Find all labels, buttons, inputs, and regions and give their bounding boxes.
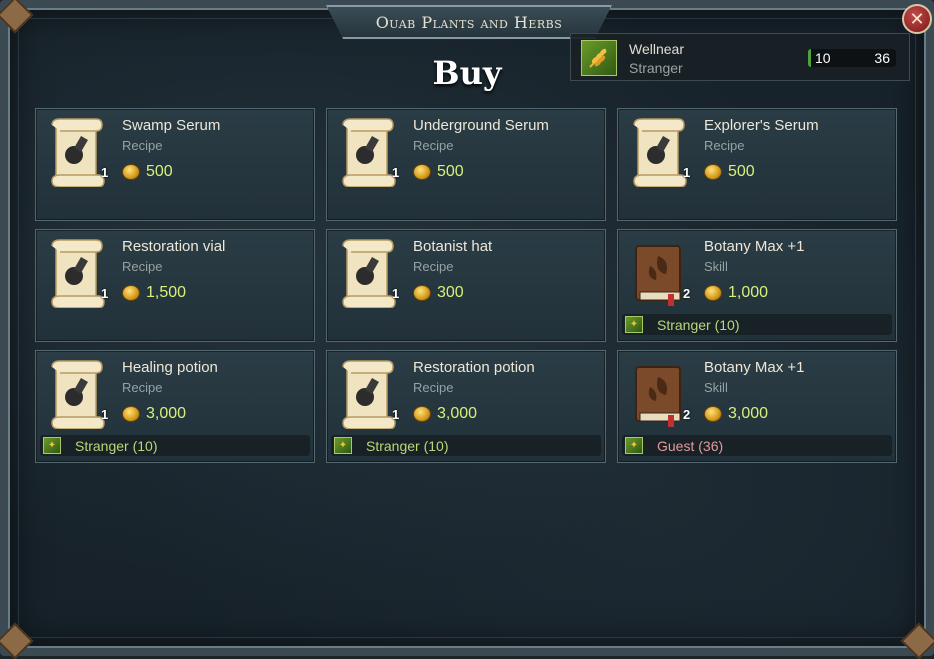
wheat-icon: ✦ xyxy=(625,316,643,333)
recipe-scroll-icon xyxy=(337,238,399,309)
shop-item-card[interactable]: 1 Restoration potion Recipe 3,000 ✦ Stra… xyxy=(326,350,606,463)
shop-item-card[interactable]: 1 Healing potion Recipe 3,000 ✦ Stranger… xyxy=(35,350,315,463)
item-type: Recipe xyxy=(122,380,163,395)
item-quantity: 1 xyxy=(101,286,109,301)
item-price: 500 xyxy=(704,163,755,181)
reputation-rank: Stranger xyxy=(629,60,683,76)
item-type: Recipe xyxy=(122,138,163,153)
item-name: Healing potion xyxy=(122,359,218,376)
shop-item-card[interactable]: 1 Botanist hat Recipe 300 xyxy=(326,229,606,342)
price-value: 500 xyxy=(437,163,464,180)
item-price: 3,000 xyxy=(704,405,768,423)
shop-item-card[interactable]: 1 Explorer's Serum Recipe 500 xyxy=(617,108,897,221)
item-type: Recipe xyxy=(704,138,745,153)
item-type: Recipe xyxy=(122,259,163,274)
wheat-icon xyxy=(581,40,617,76)
recipe-scroll-icon xyxy=(46,117,108,188)
item-name: Botanist hat xyxy=(413,238,493,255)
reputation-bar: 10 36 xyxy=(808,49,896,67)
gold-coin-icon xyxy=(704,285,722,301)
reputation-requirement: ✦ Stranger (10) xyxy=(622,314,892,335)
skill-book-icon xyxy=(628,359,690,429)
frame-corner xyxy=(0,622,34,659)
item-name: Botany Max +1 xyxy=(704,359,805,376)
gold-coin-icon xyxy=(413,285,431,301)
item-quantity: 1 xyxy=(392,165,400,180)
item-name: Explorer's Serum xyxy=(704,117,819,134)
close-icon: ✕ xyxy=(909,8,925,30)
close-button[interactable]: ✕ xyxy=(902,4,932,34)
item-name: Restoration vial xyxy=(122,238,226,255)
item-name: Swamp Serum xyxy=(122,117,221,134)
reputation-requirement: ✦ Guest (36) xyxy=(622,435,892,456)
item-price: 3,000 xyxy=(413,405,477,423)
reputation-requirement: ✦ Stranger (10) xyxy=(40,435,310,456)
price-value: 1,500 xyxy=(146,284,187,301)
gold-coin-icon xyxy=(413,164,431,180)
price-value: 3,000 xyxy=(146,405,187,422)
item-quantity: 1 xyxy=(101,407,109,422)
gold-coin-icon xyxy=(122,285,140,301)
item-type: Recipe xyxy=(413,259,454,274)
shop-item-card[interactable]: 1 Restoration vial Recipe 1,500 xyxy=(35,229,315,342)
requirement-text: Stranger (10) xyxy=(75,437,158,454)
shop-item-card[interactable]: 2 Botany Max +1 Skill 3,000 ✦ Guest (36) xyxy=(617,350,897,463)
gold-coin-icon xyxy=(704,406,722,422)
item-quantity: 1 xyxy=(392,286,400,301)
item-name: Botany Max +1 xyxy=(704,238,805,255)
item-quantity: 1 xyxy=(683,165,691,180)
gold-coin-icon xyxy=(704,164,722,180)
recipe-scroll-icon xyxy=(46,359,108,430)
item-type: Skill xyxy=(704,380,728,395)
reputation-max: 36 xyxy=(874,50,890,66)
item-quantity: 1 xyxy=(392,407,400,422)
requirement-text: Guest (36) xyxy=(657,437,724,454)
gold-coin-icon xyxy=(122,406,140,422)
reputation-panel: Wellnear Stranger 10 36 xyxy=(570,33,910,81)
frame-corner xyxy=(0,0,34,34)
recipe-scroll-icon xyxy=(628,117,690,188)
item-type: Recipe xyxy=(413,138,454,153)
item-quantity: 2 xyxy=(683,407,691,422)
item-name: Restoration potion xyxy=(413,359,535,376)
shop-item-card[interactable]: 1 Underground Serum Recipe 500 xyxy=(326,108,606,221)
item-price: 1,500 xyxy=(122,284,186,302)
price-value: 500 xyxy=(146,163,173,180)
requirement-text: Stranger (10) xyxy=(366,437,449,454)
price-value: 3,000 xyxy=(437,405,478,422)
price-value: 500 xyxy=(728,163,755,180)
wheat-icon: ✦ xyxy=(334,437,352,454)
item-quantity: 1 xyxy=(101,165,109,180)
reputation-current: 10 xyxy=(815,50,831,66)
gold-coin-icon xyxy=(413,406,431,422)
price-value: 3,000 xyxy=(728,405,769,422)
item-price: 500 xyxy=(122,163,173,181)
shop-item-card[interactable]: 2 Botany Max +1 Skill 1,000 ✦ Stranger (… xyxy=(617,229,897,342)
item-price: 500 xyxy=(413,163,464,181)
window-title: Ouab Plants and Herbs xyxy=(375,12,563,32)
requirement-text: Stranger (10) xyxy=(657,316,740,333)
wheat-icon: ✦ xyxy=(43,437,61,454)
recipe-scroll-icon xyxy=(46,238,108,309)
reputation-faction: Wellnear xyxy=(629,41,684,57)
item-price: 300 xyxy=(413,284,464,302)
wheat-icon: ✦ xyxy=(625,437,643,454)
item-type: Skill xyxy=(704,259,728,274)
price-value: 300 xyxy=(437,284,464,301)
item-quantity: 2 xyxy=(683,286,691,301)
gold-coin-icon xyxy=(122,164,140,180)
recipe-scroll-icon xyxy=(337,359,399,430)
item-price: 1,000 xyxy=(704,284,768,302)
skill-book-icon xyxy=(628,238,690,308)
frame-corner xyxy=(900,622,934,659)
shop-item-card[interactable]: 1 Swamp Serum Recipe 500 xyxy=(35,108,315,221)
recipe-scroll-icon xyxy=(337,117,399,188)
item-name: Underground Serum xyxy=(413,117,549,134)
item-price: 3,000 xyxy=(122,405,186,423)
item-type: Recipe xyxy=(413,380,454,395)
reputation-requirement: ✦ Stranger (10) xyxy=(331,435,601,456)
price-value: 1,000 xyxy=(728,284,769,301)
